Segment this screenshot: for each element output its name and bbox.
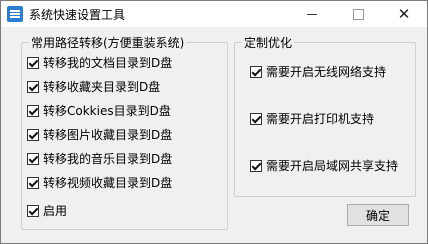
window-title: 系统快速设置工具 <box>29 8 126 22</box>
checkbox-transfer-videos[interactable]: 转移视频收藏目录到D盘 <box>27 174 172 191</box>
checkbox-box[interactable] <box>27 56 39 69</box>
checkbox-label: 启用 <box>43 204 68 218</box>
ok-button[interactable]: 确定 <box>347 204 409 226</box>
checkbox-box[interactable] <box>27 204 39 217</box>
checkbox-label: 需要开启无线网络支持 <box>266 65 387 79</box>
minimize-button[interactable] <box>289 1 335 27</box>
checkbox-box[interactable] <box>250 112 262 125</box>
checkbox-enable[interactable]: 启用 <box>27 202 67 219</box>
maximize-icon <box>352 8 364 20</box>
checkbox-box[interactable] <box>27 128 39 141</box>
checkbox-wireless-support[interactable]: 需要开启无线网络支持 <box>250 63 386 80</box>
checkbox-label: 转移Cokkies目录到D盘 <box>43 104 171 118</box>
checkbox-label: 需要开启打印机支持 <box>266 112 375 126</box>
checkbox-printer-support[interactable]: 需要开启打印机支持 <box>250 110 374 127</box>
checkbox-box[interactable] <box>27 176 39 189</box>
checkbox-box[interactable] <box>27 104 39 117</box>
app-icon <box>7 6 23 22</box>
title-bar[interactable]: 系统快速设置工具 ✕ <box>1 1 427 27</box>
checkbox-box[interactable] <box>27 80 39 93</box>
checkbox-label: 转移视频收藏目录到D盘 <box>43 176 173 190</box>
checkbox-lan-share-support[interactable]: 需要开启局域网共享支持 <box>250 157 398 174</box>
checkbox-label: 转移我的音乐目录到D盘 <box>43 152 173 166</box>
checkbox-label: 转移收藏夹目录到D盘 <box>43 80 161 94</box>
checkbox-label: 转移图片收藏目录到D盘 <box>43 128 173 142</box>
checkbox-label: 需要开启局域网共享支持 <box>266 159 399 173</box>
close-icon: ✕ <box>397 4 411 23</box>
checkbox-box[interactable] <box>250 159 262 172</box>
checkbox-transfer-pictures[interactable]: 转移图片收藏目录到D盘 <box>27 126 172 143</box>
checkbox-transfer-music[interactable]: 转移我的音乐目录到D盘 <box>27 150 172 167</box>
checkbox-transfer-documents[interactable]: 转移我的文档目录到D盘 <box>27 54 172 71</box>
checkbox-box[interactable] <box>250 65 262 78</box>
checkbox-transfer-cookies[interactable]: 转移Cokkies目录到D盘 <box>27 102 171 119</box>
optimize-group-title: 定制优化 <box>242 34 295 51</box>
maximize-button[interactable] <box>335 1 381 27</box>
close-button[interactable]: ✕ <box>381 1 427 27</box>
checkbox-box[interactable] <box>27 152 39 165</box>
checkbox-transfer-favorites[interactable]: 转移收藏夹目录到D盘 <box>27 78 160 95</box>
path-transfer-group-title: 常用路径转移(方便重装系统) <box>29 34 187 51</box>
app-window: 系统快速设置工具 ✕ 常用路径转移(方便重装系统) 转移我的文档目录到D盘 转移… <box>0 0 428 244</box>
minimize-icon <box>307 13 317 15</box>
checkbox-label: 转移我的文档目录到D盘 <box>43 56 173 70</box>
